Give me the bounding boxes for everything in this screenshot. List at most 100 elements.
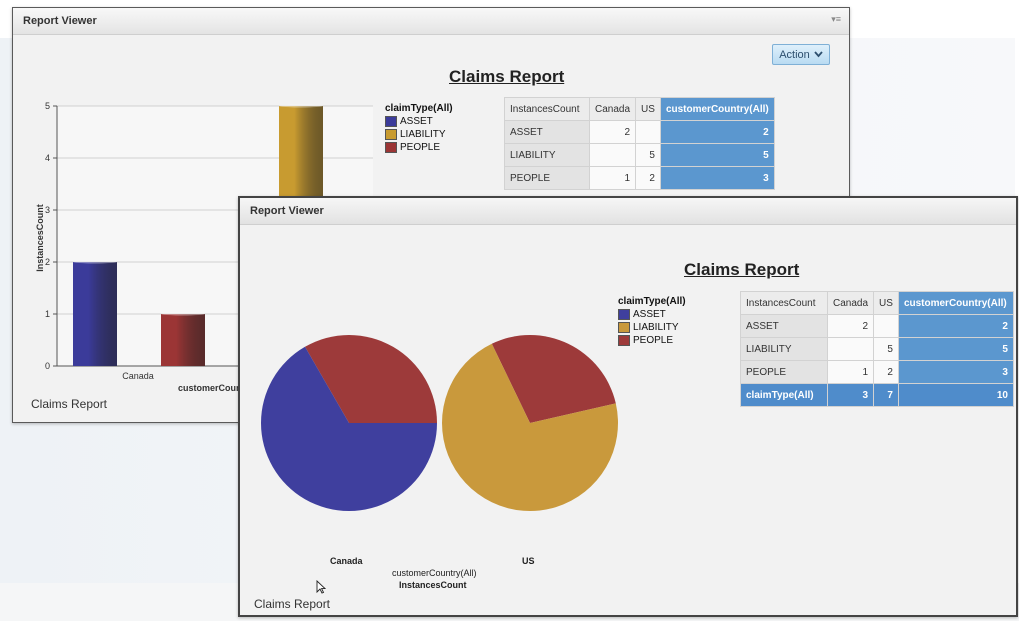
report-viewer-window-front: Report Viewer Claims Report Canada US cu… <box>238 196 1018 617</box>
table-header-row: InstancesCount Canada US customerCountry… <box>504 97 775 121</box>
chevron-down-icon <box>814 49 823 61</box>
table-cell: 5 <box>873 337 899 361</box>
legend-label: LIABILITY <box>633 322 679 333</box>
row-header: PEOPLE <box>504 166 590 190</box>
y-tick-label: 0 <box>45 361 50 371</box>
table-cell: 2 <box>873 360 899 384</box>
table-cell: 10 <box>897 383 1014 407</box>
category-label-us: US <box>522 556 535 566</box>
table-row: PEOPLE 1 2 3 <box>504 166 775 190</box>
legend-swatch <box>385 129 397 140</box>
chart-legend: claimType(All) ASSET LIABILITY PEOPLE <box>385 103 453 154</box>
column-header: InstancesCount <box>504 97 590 121</box>
row-header: PEOPLE <box>740 360 828 384</box>
pivot-table: InstancesCount Canada US customerCountry… <box>504 97 775 190</box>
window-menu-icon[interactable]: ▾≡ <box>831 14 841 25</box>
table-cell: 5 <box>635 143 661 167</box>
bar-top <box>161 312 205 316</box>
column-header: customerCountry(All) <box>659 97 775 121</box>
mouse-cursor-icon <box>316 580 326 594</box>
x-axis-title: customerCountry(All) <box>392 568 477 578</box>
row-header: LIABILITY <box>504 143 590 167</box>
legend-swatch <box>618 322 630 333</box>
legend-label: ASSET <box>400 116 433 127</box>
table-cell <box>635 120 661 144</box>
table-cell: 3 <box>826 383 875 407</box>
table-cell: 2 <box>826 314 875 338</box>
table-cell: 7 <box>873 383 899 407</box>
y-axis-label: InstancesCount <box>35 204 45 272</box>
table-cell <box>873 314 899 338</box>
table-row: ASSET 2 2 <box>740 314 1014 338</box>
measure-title: InstancesCount <box>399 580 467 590</box>
legend-title: claimType(All) <box>618 296 686 307</box>
column-header: Canada <box>826 291 875 315</box>
column-header: InstancesCount <box>740 291 828 315</box>
legend-label: PEOPLE <box>400 142 441 153</box>
table-row: ASSET 2 2 <box>504 120 775 144</box>
row-header: ASSET <box>504 120 590 144</box>
table-cell: 5 <box>897 337 1014 361</box>
y-tick-label: 1 <box>45 309 50 319</box>
table-cell: 3 <box>897 360 1014 384</box>
table-cell: 1 <box>588 166 637 190</box>
table-row: LIABILITY 5 5 <box>740 337 1014 361</box>
titlebar: Report Viewer <box>240 198 1016 225</box>
table-cell: 2 <box>635 166 661 190</box>
y-tick-label: 2 <box>45 257 50 267</box>
table-cell: 2 <box>588 120 637 144</box>
window-title: Report Viewer <box>250 205 324 217</box>
bar-shading <box>161 314 205 366</box>
column-header: Canada <box>588 97 637 121</box>
legend-item-liability: LIABILITY <box>618 321 686 334</box>
category-label-canada: Canada <box>330 556 363 566</box>
y-tick-label: 4 <box>45 153 50 163</box>
table-cell: 3 <box>659 166 775 190</box>
row-header: LIABILITY <box>740 337 828 361</box>
legend-label: LIABILITY <box>400 129 446 140</box>
legend-item-asset: ASSET <box>385 115 453 128</box>
chart-legend: claimType(All) ASSET LIABILITY PEOPLE <box>618 296 686 347</box>
column-header: US <box>873 291 899 315</box>
legend-label: PEOPLE <box>633 335 674 346</box>
bar-top <box>73 260 117 264</box>
pivot-table: InstancesCount Canada US customerCountry… <box>740 291 1014 407</box>
table-cell: 2 <box>659 120 775 144</box>
table-row: PEOPLE 1 2 3 <box>740 360 1014 384</box>
legend-swatch <box>385 116 397 127</box>
legend-item-asset: ASSET <box>618 308 686 321</box>
x-category-label: Canada <box>122 371 154 381</box>
titlebar: Report Viewer ▾≡ <box>13 8 849 35</box>
legend-item-liability: LIABILITY <box>385 128 453 141</box>
report-footer: Claims Report <box>31 397 108 411</box>
y-tick-label: 3 <box>45 205 50 215</box>
table-header-row: InstancesCount Canada US customerCountry… <box>740 291 1014 315</box>
legend-label: ASSET <box>633 309 666 320</box>
table-total-row: claimType(All) 3 7 10 <box>740 383 1014 407</box>
y-tick-label: 5 <box>45 101 50 111</box>
bar-top <box>279 104 323 108</box>
legend-swatch <box>385 142 397 153</box>
total-row-header: claimType(All) <box>740 383 828 407</box>
action-label: Action <box>779 48 810 61</box>
legend-item-people: PEOPLE <box>385 141 453 154</box>
table-cell <box>588 143 637 167</box>
legend-swatch <box>618 309 630 320</box>
legend-title: claimType(All) <box>385 103 453 114</box>
legend-swatch <box>618 335 630 346</box>
window-title: Report Viewer <box>23 15 97 27</box>
table-row: LIABILITY 5 5 <box>504 143 775 167</box>
table-cell: 5 <box>659 143 775 167</box>
pie-charts <box>261 334 618 511</box>
table-cell: 2 <box>897 314 1014 338</box>
bar-shading <box>73 262 117 366</box>
report-title: Claims Report <box>684 260 800 279</box>
table-cell: 1 <box>826 360 875 384</box>
table-cell <box>826 337 875 361</box>
action-button[interactable]: Action <box>772 44 830 65</box>
report-footer: Claims Report <box>254 597 331 611</box>
column-header: US <box>635 97 661 121</box>
legend-item-people: PEOPLE <box>618 334 686 347</box>
column-header: customerCountry(All) <box>897 291 1014 315</box>
report-title: Claims Report <box>449 67 565 86</box>
